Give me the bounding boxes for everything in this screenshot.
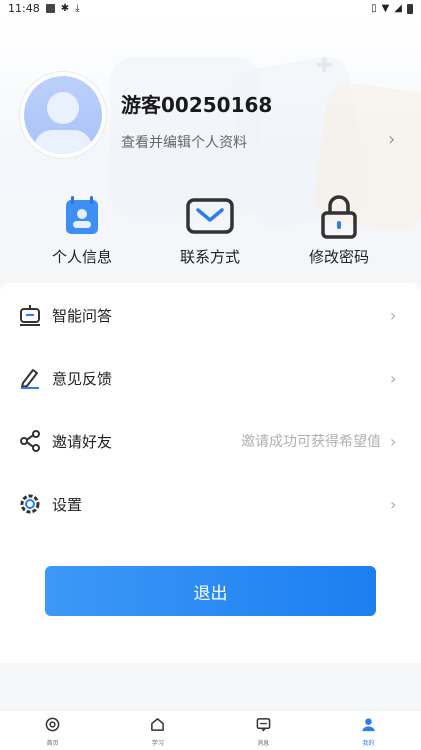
profile-header: ✚ 游客00250168 查看并编辑个人资料 › 个人信息 联系方式 修改密码 xyxy=(0,17,421,287)
home-icon xyxy=(45,717,60,736)
id-card-icon xyxy=(32,192,132,240)
chevron-right-icon: › xyxy=(390,305,397,325)
nav-messages[interactable]: 消息 xyxy=(211,711,316,750)
wifi-icon: ▼ xyxy=(381,3,390,14)
avatar[interactable] xyxy=(20,72,106,158)
quick-action-label: 联系方式 xyxy=(179,248,240,266)
nav-label: 学习 xyxy=(151,740,164,747)
notification-icon xyxy=(45,4,55,13)
nav-study[interactable]: 学习 xyxy=(105,711,210,750)
menu-item-settings[interactable]: 设置 › xyxy=(0,474,421,534)
nav-label: 消息 xyxy=(257,740,270,747)
quick-action-personal-info[interactable]: 个人信息 xyxy=(32,192,132,267)
chevron-right-icon: › xyxy=(390,368,397,388)
menu-item-label: 智能问答 xyxy=(52,306,113,325)
nav-mine[interactable]: 我的 xyxy=(316,711,421,750)
nav-label: 我的 xyxy=(362,740,375,747)
menu-item-label: 邀请好友 xyxy=(52,432,113,451)
chevron-right-icon: › xyxy=(390,494,397,514)
edit-profile-link[interactable]: 查看并编辑个人资料 xyxy=(121,132,247,152)
username: 游客00250168 xyxy=(121,93,273,117)
lock-icon xyxy=(289,192,389,240)
quick-action-label: 修改密码 xyxy=(308,248,369,266)
gear-icon xyxy=(18,492,42,516)
menu-item-label: 意见反馈 xyxy=(52,369,113,388)
download-icon: ⤓ xyxy=(75,3,80,14)
vibrate-icon: ▯ xyxy=(371,3,377,14)
signal-icon: ◢ xyxy=(394,3,402,14)
bug-icon: ✱ xyxy=(60,3,70,14)
quick-action-contact[interactable]: 联系方式 xyxy=(160,192,260,267)
plus-decoration-icon: ✚ xyxy=(316,53,333,77)
share-icon xyxy=(18,429,42,453)
pen-icon xyxy=(18,366,42,390)
message-icon xyxy=(256,717,271,736)
logout-button[interactable]: 退出 xyxy=(45,566,376,616)
envelope-icon xyxy=(160,192,260,240)
bottom-nav: 首页 学习 消息 我的 xyxy=(0,710,421,750)
robot-icon xyxy=(18,303,42,327)
nav-home[interactable]: 首页 xyxy=(0,711,105,750)
battery-icon xyxy=(407,3,413,14)
study-icon xyxy=(150,717,165,736)
status-bar: 11:48 ✱ ⤓ ▯ ▼ ◢ xyxy=(0,0,421,17)
status-time: 11:48 xyxy=(8,2,40,15)
menu-item-smart-qa[interactable]: 智能问答 › xyxy=(0,285,421,345)
chevron-right-icon[interactable]: › xyxy=(388,129,395,150)
menu-item-label: 设置 xyxy=(52,495,83,514)
nav-label: 首页 xyxy=(46,740,59,747)
quick-action-change-password[interactable]: 修改密码 xyxy=(289,192,389,267)
quick-action-label: 个人信息 xyxy=(51,248,112,266)
chevron-right-icon: › xyxy=(390,431,397,451)
invite-hint: 邀请成功可获得希望值 xyxy=(241,434,381,450)
user-icon xyxy=(361,717,376,736)
menu-item-invite-friends[interactable]: 邀请好友 邀请成功可获得希望值 › xyxy=(0,411,421,471)
menu-item-feedback[interactable]: 意见反馈 › xyxy=(0,348,421,408)
